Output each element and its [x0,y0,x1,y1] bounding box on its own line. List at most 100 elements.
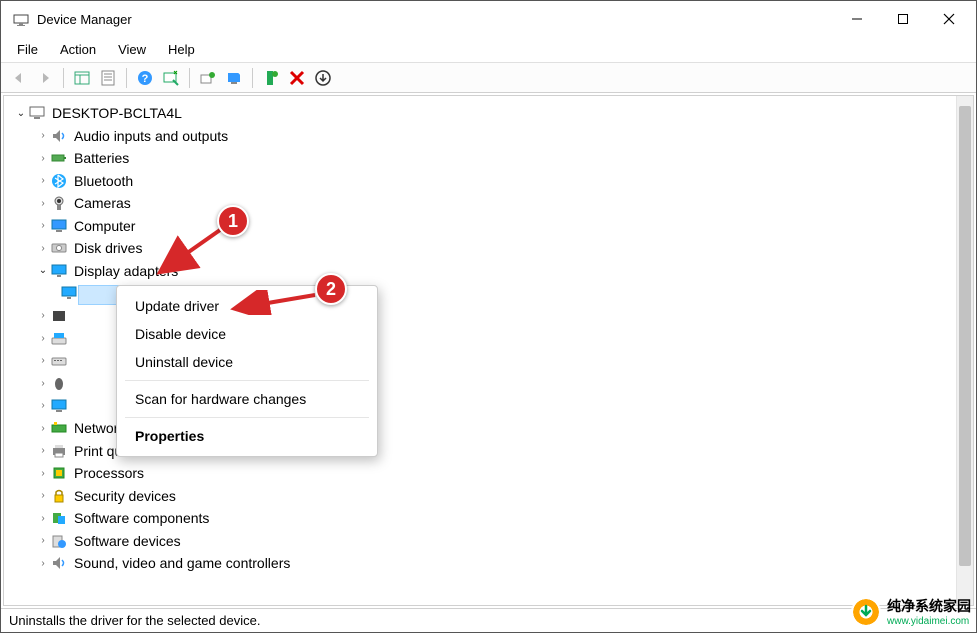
software-icon [50,533,68,549]
disable-device-button[interactable] [222,66,246,90]
toolbar-separator [126,68,127,88]
toolbar: ? [1,63,976,93]
chevron-right-icon[interactable]: › [36,220,50,231]
ctx-separator [125,417,369,418]
content-area: ⌄ DESKTOP-BCLTA4L › Audio inputs and outp… [3,95,974,606]
statusbar-text: Uninstalls the driver for the selected d… [9,613,260,628]
annotation-badge-1: 1 [217,205,249,237]
ctx-uninstall-device[interactable]: Uninstall device [117,348,377,376]
tree-item-label: Batteries [74,150,129,166]
ctx-disable-device[interactable]: Disable device [117,320,377,348]
show-hide-tree-button[interactable] [70,66,94,90]
toolbar-separator [189,68,190,88]
tree-item[interactable]: › Security devices [14,485,956,508]
tree-item[interactable]: › Audio inputs and outputs [14,125,956,148]
chevron-right-icon[interactable]: › [36,558,50,569]
tree-item[interactable]: › Software components [14,507,956,530]
menu-view[interactable]: View [108,40,156,59]
tree-item-display-adapters[interactable]: ⌄Display adapters [14,260,956,283]
device-tree[interactable]: ⌄ DESKTOP-BCLTA4L › Audio inputs and outp… [4,96,956,605]
tree-item-label: Software components [74,510,209,526]
menu-help[interactable]: Help [158,40,205,59]
chevron-right-icon[interactable]: › [36,130,50,141]
chevron-right-icon[interactable]: › [36,513,50,524]
tree-item-label: Processors [74,465,144,481]
chevron-right-icon[interactable]: › [36,423,50,434]
annotation-badge-2: 2 [315,273,347,305]
scrollbar-thumb[interactable] [959,106,971,566]
scan-hardware-button[interactable] [159,66,183,90]
chevron-right-icon[interactable]: › [36,355,50,366]
tree-item[interactable]: › Batteries [14,147,956,170]
display-icon [50,263,68,279]
chevron-down-icon[interactable]: ⌄ [14,108,28,119]
computer-icon [50,218,68,234]
processor-icon [50,465,68,481]
tree-root-label: DESKTOP-BCLTA4L [52,105,182,121]
computer-icon [28,105,46,121]
security-icon [50,488,68,504]
add-legacy-button[interactable] [311,66,335,90]
vertical-scrollbar[interactable] [956,96,973,605]
back-button[interactable] [7,66,31,90]
chevron-right-icon[interactable]: › [36,445,50,456]
tree-item[interactable]: › Software devices [14,530,956,553]
tree-item[interactable]: › Cameras [14,192,956,215]
toolbar-separator [252,68,253,88]
chevron-right-icon[interactable]: › [36,378,50,389]
ctx-scan-hardware[interactable]: Scan for hardware changes [117,385,377,413]
watermark: 纯净系统家园 www.yidaimei.com [851,596,971,627]
chevron-right-icon[interactable]: › [36,333,50,344]
menu-action[interactable]: Action [50,40,106,59]
help-button[interactable]: ? [133,66,157,90]
tree-root[interactable]: ⌄ DESKTOP-BCLTA4L [14,102,956,125]
update-driver-button[interactable] [196,66,220,90]
chevron-right-icon[interactable]: › [36,468,50,479]
tree-item[interactable]: › Processors [14,462,956,485]
watermark-text: 纯净系统家园 [887,596,971,616]
tree-item[interactable]: ›Disk drives [14,237,956,260]
tree-item-label: Software devices [74,533,181,549]
chevron-right-icon[interactable]: › [36,490,50,501]
chevron-right-icon[interactable]: › [36,198,50,209]
titlebar: Device Manager [1,1,976,37]
ctx-separator [125,380,369,381]
menubar: File Action View Help [1,37,976,63]
close-button[interactable] [926,3,972,35]
hid-icon [50,330,68,346]
chevron-right-icon[interactable]: › [36,400,50,411]
tree-item[interactable]: › Bluetooth [14,170,956,193]
statusbar: Uninstalls the driver for the selected d… [1,608,976,632]
toolbar-separator [63,68,64,88]
tree-item-label: Bluetooth [74,173,133,189]
properties-button[interactable] [96,66,120,90]
tree-item[interactable]: › Computer [14,215,956,238]
menu-file[interactable]: File [7,40,48,59]
tree-item-label: Cameras [74,195,131,211]
chevron-right-icon[interactable]: › [36,535,50,546]
display-icon [60,285,78,301]
uninstall-device-button-2[interactable] [285,66,309,90]
app-icon [13,11,29,27]
chevron-right-icon[interactable]: › [36,175,50,186]
tree-item-label: Audio inputs and outputs [74,128,228,144]
tree-item[interactable]: ›Sound, video and game controllers [14,552,956,575]
network-icon [50,420,68,436]
mouse-icon [50,375,68,391]
watermark-logo-icon [851,597,881,627]
minimize-button[interactable] [834,3,880,35]
chevron-right-icon[interactable]: › [36,310,50,321]
context-menu: Update driver Disable device Uninstall d… [116,285,378,457]
uninstall-device-button-1[interactable] [259,66,283,90]
chevron-down-icon[interactable]: ⌄ [36,265,50,276]
chevron-right-icon[interactable]: › [36,243,50,254]
chevron-right-icon[interactable]: › [36,153,50,164]
forward-button[interactable] [33,66,57,90]
tree-item-label: Computer [74,218,135,234]
window-title: Device Manager [37,12,132,27]
maximize-button[interactable] [880,3,926,35]
component-icon [50,510,68,526]
ctx-properties[interactable]: Properties [117,422,377,450]
disk-icon [50,240,68,256]
tree-item-label: Security devices [74,488,176,504]
